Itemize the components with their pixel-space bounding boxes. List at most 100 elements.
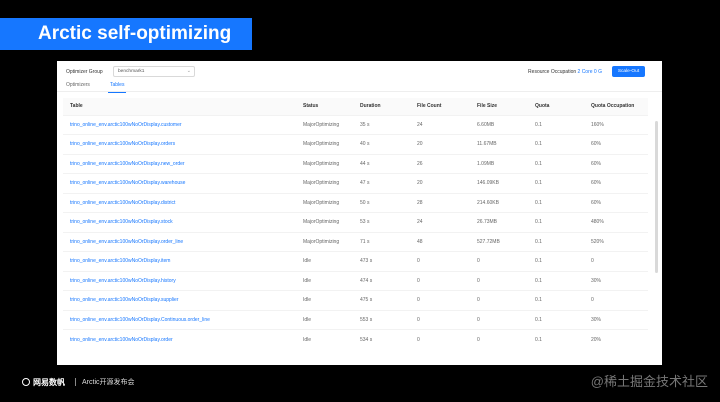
cell-quota-occupation: 520% (584, 231, 648, 252)
resource-occupation: Resource Occupation 2 Core 0 G (528, 69, 602, 75)
table-name-link[interactable]: trino_online_env.arctic100wNoOrDisplay.o… (63, 329, 296, 349)
cell-status: Idle (296, 270, 353, 291)
footer-divider (75, 378, 76, 386)
tab-optimizers[interactable]: Optimizers (66, 82, 90, 92)
resource-occupation-value: 2 Core 0 G (577, 69, 602, 75)
tab-bar: Optimizers Tables (57, 80, 662, 93)
cell-status: MajorOptimizing (296, 153, 353, 174)
cell-quota: 0.1 (528, 153, 584, 174)
cell-quota: 0.1 (528, 290, 584, 310)
optimizer-group-value: benchmark1 (118, 69, 145, 74)
cell-file-count: 48 (410, 231, 470, 252)
cell-status: MajorOptimizing (296, 231, 353, 252)
footer-logo: 网易数帆 (22, 377, 65, 387)
cell-file-count: 20 (410, 173, 470, 193)
table-name-link[interactable]: trino_online_env.arctic100wNoOrDisplay.n… (63, 153, 296, 174)
table-name-link[interactable]: trino_online_env.arctic100wNoOrDisplay.h… (63, 270, 296, 291)
cell-duration: 53 s (353, 212, 410, 232)
cell-status: Idle (296, 329, 353, 349)
scale-out-button[interactable]: Scale-Out (612, 66, 645, 77)
cell-file-count: 0 (410, 270, 470, 291)
cell-quota: 0.1 (528, 309, 584, 330)
cell-duration: 474 s (353, 270, 410, 291)
resource-occupation-label: Resource Occupation (528, 69, 577, 75)
table-row[interactable]: trino_online_env.arctic100wNoOrDisplay.C… (63, 309, 648, 330)
table-row[interactable]: trino_online_env.arctic100wNoOrDisplay.i… (63, 251, 648, 271)
cell-file-size: 214.60KB (470, 192, 528, 213)
cell-file-count: 0 (410, 329, 470, 349)
cell-status: MajorOptimizing (296, 212, 353, 232)
cell-quota: 0.1 (528, 114, 584, 135)
table-row[interactable]: trino_online_env.arctic100wNoOrDisplay.w… (63, 173, 648, 193)
table-name-link[interactable]: trino_online_env.arctic100wNoOrDisplay.i… (63, 251, 296, 271)
cell-file-size: 146.09KB (470, 173, 528, 193)
table-row[interactable]: trino_online_env.arctic100wNoOrDisplay.s… (63, 290, 648, 310)
table-row[interactable]: trino_online_env.arctic100wNoOrDisplay.o… (63, 231, 648, 252)
cell-file-size: 26.73MB (470, 212, 528, 232)
table-row[interactable]: trino_online_env.arctic100wNoOrDisplay.c… (63, 114, 648, 135)
cell-file-count: 0 (410, 290, 470, 310)
footer-brand: 网易数帆 (33, 377, 65, 387)
table-name-link[interactable]: trino_online_env.arctic100wNoOrDisplay.s… (63, 290, 296, 310)
cell-file-size: 6.60MB (470, 114, 528, 135)
cell-quota-occupation: 60% (584, 192, 648, 213)
cell-file-size: 0 (470, 329, 528, 349)
table-row[interactable]: trino_online_env.arctic100wNoOrDisplay.o… (63, 134, 648, 154)
cell-file-size: 0 (470, 251, 528, 271)
table-name-link[interactable]: trino_online_env.arctic100wNoOrDisplay.d… (63, 192, 296, 213)
cell-duration: 40 s (353, 134, 410, 154)
optimizer-group-label: Optimizer Group (66, 69, 103, 75)
cell-file-count: 20 (410, 134, 470, 154)
cell-status: MajorOptimizing (296, 114, 353, 135)
cell-duration: 47 s (353, 173, 410, 193)
table-name-link[interactable]: trino_online_env.arctic100wNoOrDisplay.w… (63, 173, 296, 193)
cell-duration: 44 s (353, 153, 410, 174)
cell-quota: 0.1 (528, 173, 584, 193)
table-row[interactable]: trino_online_env.arctic100wNoOrDisplay.s… (63, 212, 648, 232)
tab-tables[interactable]: Tables (107, 82, 127, 93)
table-row[interactable]: trino_online_env.arctic100wNoOrDisplay.h… (63, 270, 648, 291)
slide-title: Arctic self-optimizing (0, 18, 252, 50)
vertical-scrollbar[interactable] (655, 121, 658, 273)
table-body: trino_online_env.arctic100wNoOrDisplay.c… (63, 114, 648, 349)
cell-duration: 35 s (353, 114, 410, 135)
table-name-link[interactable]: trino_online_env.arctic100wNoOrDisplay.C… (63, 309, 296, 330)
cell-file-count: 24 (410, 212, 470, 232)
cell-file-count: 24 (410, 114, 470, 135)
cell-quota-occupation: 60% (584, 153, 648, 174)
watermark: @稀土掘金技术社区 (590, 374, 708, 389)
cell-file-size: 0 (470, 290, 528, 310)
optimizer-group-select[interactable]: benchmark1 ⌄ (113, 66, 195, 77)
optimizing-window: Optimizer Group benchmark1 ⌄ Resource Oc… (57, 61, 662, 365)
table-row[interactable]: trino_online_env.arctic100wNoOrDisplay.d… (63, 192, 648, 213)
column-header-status[interactable]: Status (296, 98, 353, 115)
cell-status: Idle (296, 251, 353, 271)
cell-status: MajorOptimizing (296, 173, 353, 193)
cell-duration: 534 s (353, 329, 410, 349)
table-header-row: Table Status Duration File Count File Size Qu… (63, 98, 648, 115)
cell-quota: 0.1 (528, 192, 584, 213)
column-header-quota-occupation[interactable]: Quota Occupation (584, 98, 648, 115)
column-header-file-count[interactable]: File Count (410, 98, 470, 115)
table-name-link[interactable]: trino_online_env.arctic100wNoOrDisplay.o… (63, 231, 296, 252)
cell-file-count: 26 (410, 153, 470, 174)
cell-duration: 50 s (353, 192, 410, 213)
column-header-file-size[interactable]: File Size (470, 98, 528, 115)
cell-duration: 553 s (353, 309, 410, 330)
cell-quota-occupation: 30% (584, 309, 648, 330)
tables-table: Table Status Duration File Count File Size Qu… (63, 98, 648, 349)
cell-quota: 0.1 (528, 251, 584, 271)
table-name-link[interactable]: trino_online_env.arctic100wNoOrDisplay.c… (63, 114, 296, 135)
column-header-duration[interactable]: Duration (353, 98, 410, 115)
cell-file-size: 527.72MB (470, 231, 528, 252)
column-header-table[interactable]: Table (63, 98, 296, 115)
cell-quota-occupation: 60% (584, 134, 648, 154)
table-name-link[interactable]: trino_online_env.arctic100wNoOrDisplay.s… (63, 212, 296, 232)
cell-status: Idle (296, 290, 353, 310)
cell-file-size: 1.09MB (470, 153, 528, 174)
table-row[interactable]: trino_online_env.arctic100wNoOrDisplay.n… (63, 153, 648, 174)
column-header-quota[interactable]: Quota (528, 98, 584, 115)
table-row[interactable]: trino_online_env.arctic100wNoOrDisplay.o… (63, 329, 648, 349)
table-name-link[interactable]: trino_online_env.arctic100wNoOrDisplay.o… (63, 134, 296, 154)
cell-duration: 475 s (353, 290, 410, 310)
